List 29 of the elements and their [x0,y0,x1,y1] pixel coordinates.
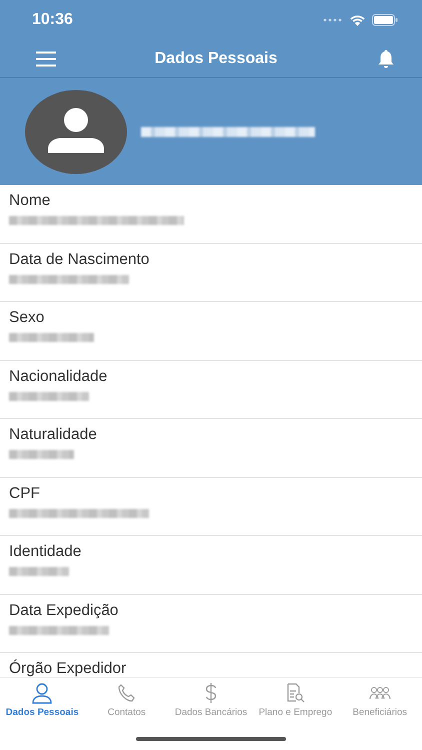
field-label: Sexo [9,309,46,327]
redacted-value [9,450,74,459]
screen-title: Dados Pessoais [154,50,278,68]
tab-item[interactable]: Dados Pessoais [0,678,84,728]
tab-item[interactable]: Plano e Emprego [253,678,338,728]
redacted-value [9,567,69,576]
document-icon [285,683,306,703]
battery-icon [372,14,398,26]
field-label: Data Expedição [9,602,120,620]
signal-icon [323,17,343,23]
tab-item[interactable]: Contatos [84,678,169,728]
field-label: CPF [9,484,41,502]
tab-item[interactable]: Dados Bancários [168,678,254,728]
tab-item[interactable]: Beneficiários [338,678,422,728]
field-label: Naturalidade [9,426,98,444]
wifi-icon [349,14,366,26]
avatar-icon [25,90,127,174]
notifications-button[interactable] [376,48,396,68]
field-label: Data de Nascimento [9,250,150,268]
person-icon [31,682,54,704]
menu-button[interactable] [36,50,56,66]
field-label: Órgão Expedidor [9,660,128,677]
status-time: 10:36 [32,11,73,29]
field-label: Nome [9,192,52,210]
field-label: Nacionalidade [9,368,108,386]
group-icon [368,686,391,700]
field-label: Identidade [9,543,82,561]
phone-icon [116,683,137,703]
dollar-icon [204,682,218,704]
